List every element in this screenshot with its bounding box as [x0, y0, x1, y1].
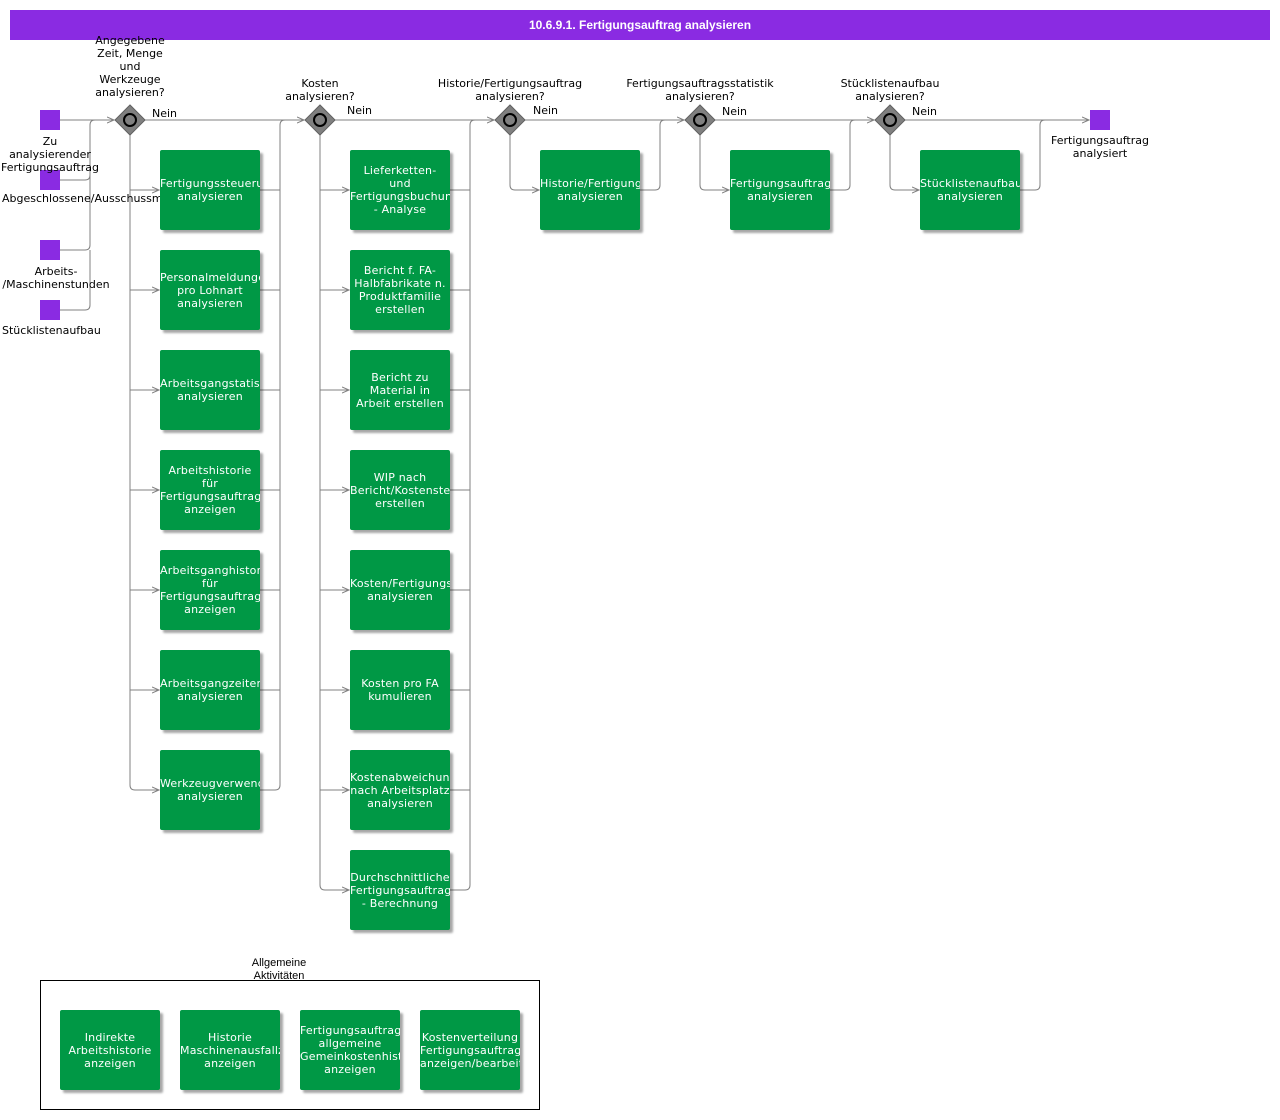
gateway-1-question: Angegebene Zeit, Menge und Werkzeuge ana…: [95, 34, 165, 99]
gateway-5-question: Stücklistenaufbau analysieren?: [840, 77, 940, 103]
activity-indirekte-arbeitshistorie[interactable]: Indirekte Arbeitshistorie anzeigen: [60, 1010, 160, 1090]
activity-lieferketten-analyse[interactable]: Lieferketten- und Fertigungsbuchungen - …: [350, 150, 450, 230]
start-event-3-label: Arbeits- /Maschinenstunden: [2, 265, 110, 291]
flow-c2-merge: [450, 119, 476, 891]
flow-g2-trunk: [319, 135, 349, 890]
gateway-5: [874, 104, 906, 136]
activity-arbeitshistorie[interactable]: Arbeitshistorie für Fertigungsauftrag an…: [160, 450, 260, 530]
activity-arbeitsganghistorie[interactable]: Arbeitsganghistorie für Fertigungsauftra…: [160, 550, 260, 630]
activity-durchschnittliche-kosten[interactable]: Durchschnittliche Fertigungsauftragskost…: [350, 850, 450, 930]
activity-fertigungssteuerungsberichte[interactable]: Fertigungssteuerungsberichte analysieren: [160, 150, 260, 230]
activity-stuecklistenaufbau[interactable]: Stücklistenaufbau analysieren: [920, 150, 1020, 230]
activity-arbeitsgangzeiterfassung[interactable]: Arbeitsgangzeiterfassung analysieren: [160, 650, 260, 730]
activity-historie-maschinenausfallzeiten[interactable]: Historie Maschinenausfallzeiten anzeigen: [180, 1010, 280, 1090]
end-event-label: Fertigungsauftrag analysiert: [1051, 134, 1149, 160]
start-event-4: [40, 300, 60, 320]
activity-werkzeugverwendung[interactable]: Werkzeugverwendung analysieren: [160, 750, 260, 830]
gateway-1: [114, 104, 146, 136]
start-event-4-label: Stücklistenaufbau: [2, 324, 101, 337]
gateway-3-no-label: Nein: [533, 104, 559, 117]
activity-wip-nach-bericht[interactable]: WIP nach Bericht/Kostenstelle erstellen: [350, 450, 450, 530]
gateway-4-no-label: Nein: [722, 105, 748, 118]
gateway-4-question: Fertigungsauftragsstatistik analysieren?: [626, 77, 774, 103]
activity-kostenabweichungen[interactable]: Kostenabweichungen nach Arbeitsplatz ana…: [350, 750, 450, 830]
activity-gemeinkostenhistorie[interactable]: Fertigungsauftrag allgemeine Gemeinkoste…: [300, 1010, 400, 1090]
end-event: [1090, 110, 1110, 130]
activity-bericht-fa-halbfabrikate[interactable]: Bericht f. FA- Halbfabrikate n. Produktf…: [350, 250, 450, 330]
activity-fertigungsauftragsstatistik[interactable]: Fertigungsauftragsstatistik analysieren: [730, 150, 830, 230]
gateway-3: [494, 104, 526, 136]
start-event-1: [40, 110, 60, 130]
gateway-2-no-label: Nein: [347, 104, 373, 117]
start-event-1-label: Zu analysierender Fertigungsauftrag: [1, 135, 99, 174]
gateway-2: [304, 104, 336, 136]
activity-kosten-pro-fa-kumulieren[interactable]: Kosten pro FA kumulieren: [350, 650, 450, 730]
activity-kosten-fertigungsauftrag[interactable]: Kosten/Fertigungsauftrag analysieren: [350, 550, 450, 630]
gateway-3-question: Historie/Fertigungsauftrag analysieren?: [437, 77, 583, 103]
flow-g1-trunk: [129, 135, 159, 790]
gateway-4: [684, 104, 716, 136]
gateway-5-no-label: Nein: [912, 105, 938, 118]
general-group-title: Allgemeine Aktivitäten: [251, 957, 307, 979]
activity-personalmeldungen[interactable]: Personalmeldungen pro Lohnart analysiere…: [160, 250, 260, 330]
activity-arbeitsgangstatistik[interactable]: Arbeitsgangstatistik analysieren: [160, 350, 260, 430]
gateway-1-no-label: Nein: [152, 107, 178, 120]
activity-kostenverteilung[interactable]: Kostenverteilung Fertigungsauftragskompo…: [420, 1010, 520, 1090]
start-event-3: [40, 240, 60, 260]
activity-bericht-material-in-arbeit[interactable]: Bericht zu Material in Arbeit erstellen: [350, 350, 450, 430]
activity-historie-fertigungsauftrag[interactable]: Historie/Fertigungsauftrag analysieren: [540, 150, 640, 230]
gateway-2-question: Kosten analysieren?: [285, 77, 355, 103]
